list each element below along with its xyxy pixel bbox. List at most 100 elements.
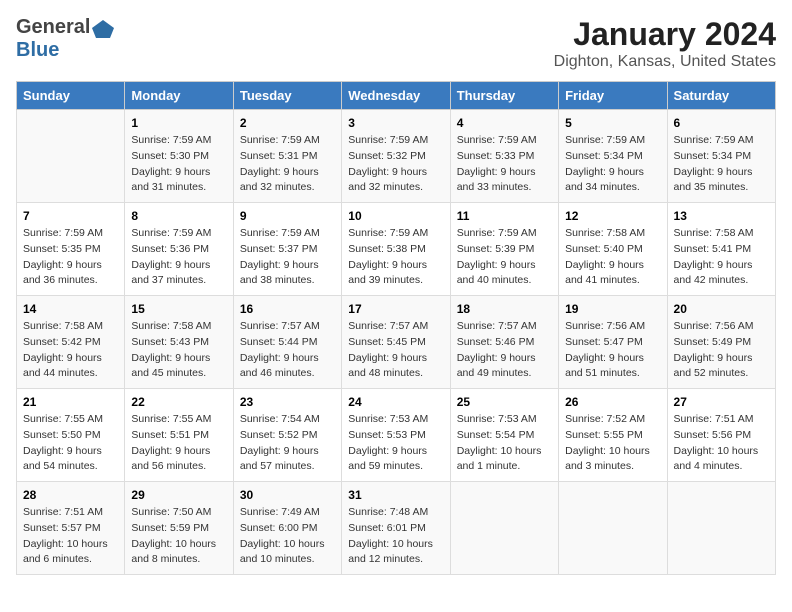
calendar-cell: 27 Sunrise: 7:51 AM Sunset: 5:56 PM Dayli… xyxy=(667,389,775,482)
day-info: Sunrise: 7:59 AM Sunset: 5:33 PM Dayligh… xyxy=(457,133,552,196)
day-number: 12 xyxy=(565,209,660,223)
day-info: Sunrise: 7:59 AM Sunset: 5:32 PM Dayligh… xyxy=(348,133,443,196)
week-row-5: 28 Sunrise: 7:51 AM Sunset: 5:57 PM Dayli… xyxy=(17,482,776,575)
week-row-1: 1 Sunrise: 7:59 AM Sunset: 5:30 PM Daylig… xyxy=(17,110,776,203)
day-info: Sunrise: 7:58 AM Sunset: 5:43 PM Dayligh… xyxy=(131,319,226,382)
day-info: Sunrise: 7:51 AM Sunset: 5:56 PM Dayligh… xyxy=(674,412,769,475)
day-number: 22 xyxy=(131,395,226,409)
day-number: 3 xyxy=(348,116,443,130)
calendar-cell: 7Sunrise: 7:59 AM Sunset: 5:35 PM Daylig… xyxy=(17,203,125,296)
col-header-saturday: Saturday xyxy=(667,82,775,110)
day-info: Sunrise: 7:59 AM Sunset: 5:30 PM Dayligh… xyxy=(131,133,226,196)
logo-icon xyxy=(92,20,114,38)
calendar-cell xyxy=(667,482,775,575)
calendar-cell: 31 Sunrise: 7:48 AM Sunset: 6:01 PM Dayli… xyxy=(342,482,450,575)
calendar-cell: 21 Sunrise: 7:55 AM Sunset: 5:50 PM Dayli… xyxy=(17,389,125,482)
calendar-cell: 18 Sunrise: 7:57 AM Sunset: 5:46 PM Dayli… xyxy=(450,296,558,389)
day-number: 29 xyxy=(131,488,226,502)
day-number: 10 xyxy=(348,209,443,223)
calendar-cell: 1 Sunrise: 7:59 AM Sunset: 5:30 PM Daylig… xyxy=(125,110,233,203)
calendar-cell: 13 Sunrise: 7:58 AM Sunset: 5:41 PM Dayli… xyxy=(667,203,775,296)
day-info: Sunrise: 7:53 AM Sunset: 5:53 PM Dayligh… xyxy=(348,412,443,475)
day-number: 28 xyxy=(23,488,118,502)
day-number: 11 xyxy=(457,209,552,223)
day-info: Sunrise: 7:57 AM Sunset: 5:45 PM Dayligh… xyxy=(348,319,443,382)
day-info: Sunrise: 7:59 AM Sunset: 5:37 PM Dayligh… xyxy=(240,226,335,289)
day-number: 31 xyxy=(348,488,443,502)
day-number: 6 xyxy=(674,116,769,130)
page-header: General Blue January 2024 Dighton, Kansa… xyxy=(16,16,776,71)
week-row-2: 7Sunrise: 7:59 AM Sunset: 5:35 PM Daylig… xyxy=(17,203,776,296)
calendar-cell: 29Sunrise: 7:50 AM Sunset: 5:59 PM Dayli… xyxy=(125,482,233,575)
day-info: Sunrise: 7:51 AM Sunset: 5:57 PM Dayligh… xyxy=(23,505,118,568)
calendar-cell: 6 Sunrise: 7:59 AM Sunset: 5:34 PM Daylig… xyxy=(667,110,775,203)
day-number: 4 xyxy=(457,116,552,130)
calendar-cell: 5Sunrise: 7:59 AM Sunset: 5:34 PM Daylig… xyxy=(559,110,667,203)
day-info: Sunrise: 7:59 AM Sunset: 5:34 PM Dayligh… xyxy=(674,133,769,196)
calendar-subtitle: Dighton, Kansas, United States xyxy=(554,53,776,71)
day-info: Sunrise: 7:56 AM Sunset: 5:49 PM Dayligh… xyxy=(674,319,769,382)
day-number: 14 xyxy=(23,302,118,316)
day-info: Sunrise: 7:52 AM Sunset: 5:55 PM Dayligh… xyxy=(565,412,660,475)
calendar-cell: 12Sunrise: 7:58 AM Sunset: 5:40 PM Dayli… xyxy=(559,203,667,296)
day-number: 27 xyxy=(674,395,769,409)
logo-general: General xyxy=(16,16,90,39)
day-info: Sunrise: 7:56 AM Sunset: 5:47 PM Dayligh… xyxy=(565,319,660,382)
calendar-table: SundayMondayTuesdayWednesdayThursdayFrid… xyxy=(16,81,776,575)
calendar-cell: 3 Sunrise: 7:59 AM Sunset: 5:32 PM Daylig… xyxy=(342,110,450,203)
calendar-cell: 15 Sunrise: 7:58 AM Sunset: 5:43 PM Dayli… xyxy=(125,296,233,389)
calendar-cell: 11Sunrise: 7:59 AM Sunset: 5:39 PM Dayli… xyxy=(450,203,558,296)
day-number: 9 xyxy=(240,209,335,223)
logo-blue: Blue xyxy=(16,39,114,62)
day-number: 30 xyxy=(240,488,335,502)
calendar-cell: 23 Sunrise: 7:54 AM Sunset: 5:52 PM Dayli… xyxy=(233,389,341,482)
day-number: 8 xyxy=(131,209,226,223)
calendar-cell: 28 Sunrise: 7:51 AM Sunset: 5:57 PM Dayli… xyxy=(17,482,125,575)
calendar-cell xyxy=(450,482,558,575)
calendar-cell: 20Sunrise: 7:56 AM Sunset: 5:49 PM Dayli… xyxy=(667,296,775,389)
day-number: 17 xyxy=(348,302,443,316)
day-info: Sunrise: 7:48 AM Sunset: 6:01 PM Dayligh… xyxy=(348,505,443,568)
day-info: Sunrise: 7:59 AM Sunset: 5:31 PM Dayligh… xyxy=(240,133,335,196)
day-info: Sunrise: 7:58 AM Sunset: 5:42 PM Dayligh… xyxy=(23,319,118,382)
calendar-cell: 16Sunrise: 7:57 AM Sunset: 5:44 PM Dayli… xyxy=(233,296,341,389)
day-number: 18 xyxy=(457,302,552,316)
col-header-sunday: Sunday xyxy=(17,82,125,110)
week-row-3: 14 Sunrise: 7:58 AM Sunset: 5:42 PM Dayli… xyxy=(17,296,776,389)
calendar-cell: 30 Sunrise: 7:49 AM Sunset: 6:00 PM Dayli… xyxy=(233,482,341,575)
calendar-cell: 14 Sunrise: 7:58 AM Sunset: 5:42 PM Dayli… xyxy=(17,296,125,389)
day-number: 21 xyxy=(23,395,118,409)
calendar-cell: 17 Sunrise: 7:57 AM Sunset: 5:45 PM Dayli… xyxy=(342,296,450,389)
day-info: Sunrise: 7:55 AM Sunset: 5:50 PM Dayligh… xyxy=(23,412,118,475)
day-number: 19 xyxy=(565,302,660,316)
day-number: 15 xyxy=(131,302,226,316)
col-header-monday: Monday xyxy=(125,82,233,110)
calendar-cell: 25Sunrise: 7:53 AM Sunset: 5:54 PM Dayli… xyxy=(450,389,558,482)
day-info: Sunrise: 7:53 AM Sunset: 5:54 PM Dayligh… xyxy=(457,412,552,475)
calendar-cell: 4 Sunrise: 7:59 AM Sunset: 5:33 PM Daylig… xyxy=(450,110,558,203)
calendar-title: January 2024 xyxy=(554,16,776,53)
day-number: 13 xyxy=(674,209,769,223)
day-number: 26 xyxy=(565,395,660,409)
logo: General Blue xyxy=(16,16,114,62)
day-info: Sunrise: 7:54 AM Sunset: 5:52 PM Dayligh… xyxy=(240,412,335,475)
day-info: Sunrise: 7:57 AM Sunset: 5:46 PM Dayligh… xyxy=(457,319,552,382)
calendar-cell: 19 Sunrise: 7:56 AM Sunset: 5:47 PM Dayli… xyxy=(559,296,667,389)
calendar-cell: 10 Sunrise: 7:59 AM Sunset: 5:38 PM Dayli… xyxy=(342,203,450,296)
day-info: Sunrise: 7:49 AM Sunset: 6:00 PM Dayligh… xyxy=(240,505,335,568)
header-row: SundayMondayTuesdayWednesdayThursdayFrid… xyxy=(17,82,776,110)
calendar-cell: 8Sunrise: 7:59 AM Sunset: 5:36 PM Daylig… xyxy=(125,203,233,296)
day-info: Sunrise: 7:59 AM Sunset: 5:38 PM Dayligh… xyxy=(348,226,443,289)
col-header-thursday: Thursday xyxy=(450,82,558,110)
col-header-tuesday: Tuesday xyxy=(233,82,341,110)
day-info: Sunrise: 7:59 AM Sunset: 5:34 PM Dayligh… xyxy=(565,133,660,196)
calendar-cell: 9 Sunrise: 7:59 AM Sunset: 5:37 PM Daylig… xyxy=(233,203,341,296)
day-number: 1 xyxy=(131,116,226,130)
day-number: 2 xyxy=(240,116,335,130)
day-info: Sunrise: 7:58 AM Sunset: 5:41 PM Dayligh… xyxy=(674,226,769,289)
col-header-wednesday: Wednesday xyxy=(342,82,450,110)
calendar-cell xyxy=(559,482,667,575)
day-number: 23 xyxy=(240,395,335,409)
day-number: 24 xyxy=(348,395,443,409)
week-row-4: 21 Sunrise: 7:55 AM Sunset: 5:50 PM Dayli… xyxy=(17,389,776,482)
